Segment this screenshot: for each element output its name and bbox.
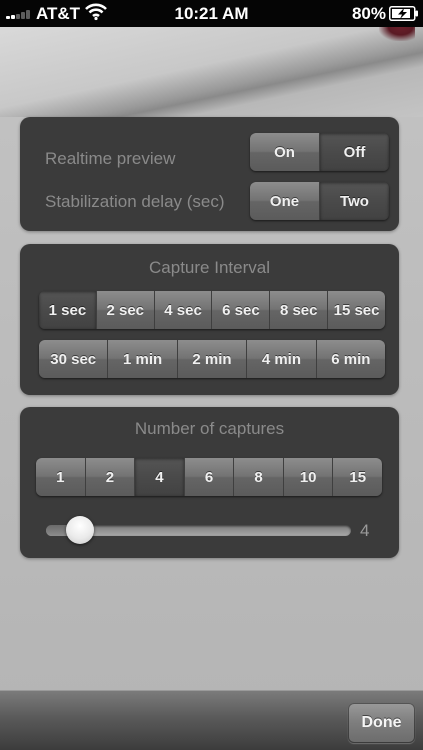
captures-slider-thumb[interactable] — [66, 516, 94, 544]
captures-slider-value: 4 — [360, 521, 370, 540]
interval-6-sec-button[interactable]: 6 sec — [212, 291, 271, 329]
interval-4-min-button[interactable]: 4 min — [247, 340, 317, 378]
interval-30-sec-button[interactable]: 30 sec — [39, 340, 109, 378]
captures-4-button[interactable]: 4 — [135, 458, 185, 496]
capture-interval-title: Capture Interval — [149, 258, 270, 277]
capture-interval-row2: 30 sec 1 min 2 min 4 min 6 min — [39, 340, 385, 378]
done-button[interactable]: Done — [348, 703, 415, 743]
realtime-preview-toggle: On Off — [250, 133, 389, 171]
background-photo — [0, 27, 423, 117]
realtime-preview-on-button[interactable]: On — [250, 133, 320, 171]
interval-15-sec-button[interactable]: 15 sec — [328, 291, 385, 329]
stabilization-two-button[interactable]: Two — [320, 182, 389, 220]
bottom-toolbar: Done — [0, 690, 423, 750]
captures-1-button[interactable]: 1 — [36, 458, 86, 496]
interval-1-sec-button[interactable]: 1 sec — [39, 291, 97, 329]
battery-percentage: 80% — [351, 4, 386, 23]
captures-10-button[interactable]: 10 — [283, 458, 334, 496]
number-of-captures-selector: 1 2 4 6 8 10 15 — [36, 458, 382, 496]
realtime-preview-off-button[interactable]: Off — [320, 133, 389, 171]
number-of-captures-title: Number of captures — [134, 419, 285, 438]
interval-2-sec-button[interactable]: 2 sec — [96, 291, 155, 329]
stabilization-one-button[interactable]: One — [250, 182, 320, 220]
interval-2-min-button[interactable]: 2 min — [177, 340, 248, 378]
interval-4-sec-button[interactable]: 4 sec — [154, 291, 213, 329]
captures-slider[interactable] — [46, 516, 351, 544]
captures-6-button[interactable]: 6 — [184, 458, 235, 496]
capture-interval-panel: Capture Interval 1 sec 2 sec 4 sec 6 sec… — [20, 244, 399, 395]
stabilization-delay-label: Stabilization delay (sec) — [45, 192, 225, 211]
captures-2-button[interactable]: 2 — [85, 458, 136, 496]
realtime-preview-label: Realtime preview — [45, 149, 176, 168]
captures-8-button[interactable]: 8 — [234, 458, 284, 496]
interval-8-sec-button[interactable]: 8 sec — [270, 291, 329, 329]
interval-1-min-button[interactable]: 1 min — [108, 340, 178, 378]
battery-charging-icon — [389, 6, 418, 21]
status-bar: AT&T 10:21 AM 80% — [0, 0, 423, 27]
options-panel: Realtime preview On Off Stabilization de… — [20, 117, 399, 231]
stabilization-delay-toggle: One Two — [250, 182, 389, 220]
background-photo-corner — [379, 27, 415, 41]
interval-6-min-button[interactable]: 6 min — [316, 340, 385, 378]
captures-15-button[interactable]: 15 — [333, 458, 382, 496]
capture-interval-row1: 1 sec 2 sec 4 sec 6 sec 8 sec 15 sec — [39, 291, 385, 329]
